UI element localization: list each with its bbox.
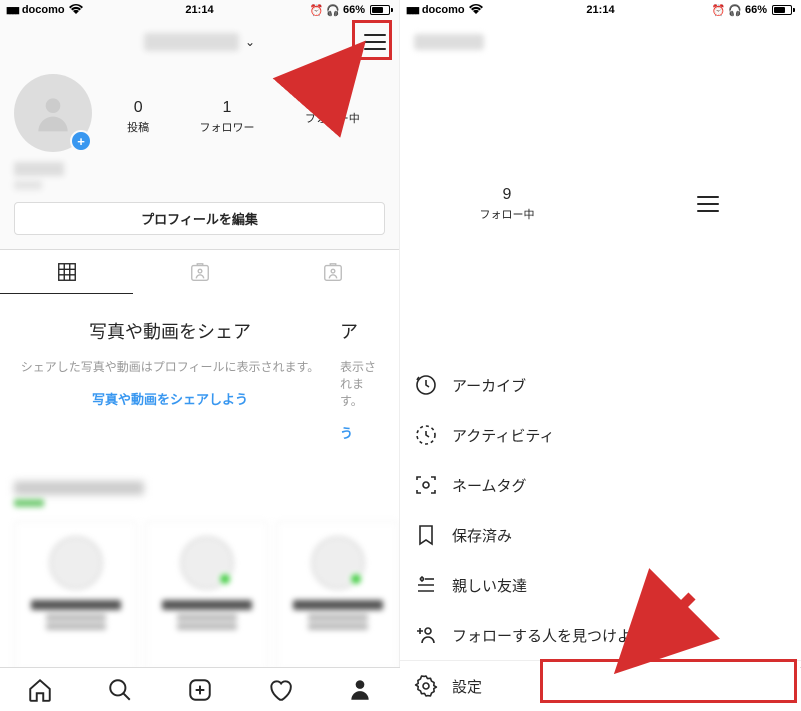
person-icon bbox=[347, 677, 373, 703]
profile-tabs bbox=[0, 249, 399, 294]
menu-header bbox=[400, 20, 801, 64]
battery-percent: 66% bbox=[745, 4, 767, 16]
clip-title: ア bbox=[340, 318, 380, 344]
bottom-nav bbox=[0, 667, 400, 711]
alarm-icon: ⏰ bbox=[310, 4, 324, 17]
menu-discover[interactable]: フォローする人を見つけよう bbox=[400, 610, 801, 660]
activity-icon bbox=[414, 423, 438, 447]
menu-saved[interactable]: 保存済み bbox=[400, 510, 801, 560]
share-title: 写真や動画をシェア bbox=[20, 318, 320, 344]
add-icon bbox=[187, 677, 213, 703]
discover-people-icon bbox=[414, 623, 438, 647]
close-friends-icon bbox=[414, 573, 438, 597]
clip-desc: 表示されます。 bbox=[340, 358, 380, 409]
archive-icon bbox=[414, 373, 438, 397]
discover-sub-blurred bbox=[14, 499, 44, 507]
edit-profile-button[interactable]: プロフィールを編集 bbox=[14, 202, 385, 235]
suggestion-card[interactable] bbox=[145, 521, 268, 671]
signal-icon bbox=[406, 4, 418, 16]
tab-grid[interactable] bbox=[0, 250, 133, 294]
suggestion-card[interactable] bbox=[276, 521, 399, 671]
stat-posts[interactable]: 0 投稿 bbox=[127, 99, 149, 135]
empty-content: 写真や動画をシェア シェアした写真や動画はプロフィールに表示されます。 写真や動… bbox=[0, 294, 399, 467]
clock: 21:14 bbox=[185, 4, 213, 16]
discover-title-blurred bbox=[14, 481, 144, 495]
wifi-icon bbox=[469, 3, 483, 17]
gear-icon bbox=[414, 674, 438, 698]
bookmark-icon bbox=[414, 523, 438, 547]
nav-profile[interactable] bbox=[347, 677, 373, 703]
stat-followers[interactable]: 1 フォロワー bbox=[199, 99, 254, 135]
bio-text-blurred bbox=[14, 180, 42, 190]
battery-icon bbox=[770, 5, 795, 15]
share-cta[interactable]: 写真や動画をシェアしよう bbox=[92, 392, 248, 407]
headphones-icon: 🎧 bbox=[326, 4, 340, 17]
grid-icon bbox=[56, 261, 78, 283]
nametag-icon bbox=[414, 473, 438, 497]
signal-icon bbox=[6, 4, 18, 16]
heart-icon bbox=[267, 677, 293, 703]
chevron-down-icon: ⌄ bbox=[245, 35, 255, 49]
share-desc: シェアした写真や動画はプロフィールに表示されます。 bbox=[20, 358, 320, 375]
menu-nametag[interactable]: ネームタグ bbox=[400, 460, 801, 510]
tab-tagged-1[interactable] bbox=[133, 250, 266, 294]
annotation-arrow-settings bbox=[610, 588, 700, 683]
menu-archive[interactable]: アーカイブ bbox=[400, 360, 801, 410]
battery-icon bbox=[368, 5, 393, 15]
search-icon bbox=[107, 677, 133, 703]
status-bar: docomo 21:14 ⏰ 🎧 66% bbox=[0, 0, 399, 20]
nav-search[interactable] bbox=[107, 677, 133, 703]
home-icon bbox=[27, 677, 53, 703]
username-blurred bbox=[144, 33, 239, 51]
display-name-blurred bbox=[14, 162, 64, 176]
nav-add[interactable] bbox=[187, 677, 213, 703]
menu-close-friends[interactable]: 親しい友達 bbox=[400, 560, 801, 610]
suggestion-card[interactable] bbox=[14, 521, 137, 671]
menu-list: アーカイブ アクティビティ ネームタグ 保存済み 親しい友達 フォローする人を見… bbox=[400, 358, 801, 660]
add-story-icon[interactable]: + bbox=[70, 130, 92, 152]
discover-section bbox=[0, 467, 399, 681]
username-blurred bbox=[414, 34, 484, 50]
menu-activity[interactable]: アクティビティ bbox=[400, 410, 801, 460]
hamburger-icon bbox=[697, 196, 719, 212]
carrier-label: docomo bbox=[22, 4, 65, 16]
avatar[interactable]: + bbox=[14, 74, 92, 152]
clock: 21:14 bbox=[586, 4, 614, 16]
person-icon bbox=[31, 91, 75, 135]
tagged-icon bbox=[189, 261, 211, 283]
stat-following-right[interactable]: 9 フォロー中 bbox=[480, 186, 535, 222]
bio-section bbox=[0, 162, 399, 202]
carrier-label: docomo bbox=[422, 4, 465, 16]
menu-screen: docomo 21:14 ⏰ 🎧 66% 9 フォロー中 bbox=[400, 0, 801, 711]
tab-tagged-2[interactable] bbox=[266, 250, 399, 294]
alarm-icon: ⏰ bbox=[712, 4, 726, 17]
menu-button[interactable] bbox=[694, 190, 722, 218]
battery-percent: 66% bbox=[343, 4, 365, 16]
menu-settings[interactable]: 設定 bbox=[400, 660, 801, 711]
tagged-icon bbox=[322, 261, 344, 283]
nav-home[interactable] bbox=[27, 677, 53, 703]
status-bar: docomo 21:14 ⏰ 🎧 66% bbox=[400, 0, 801, 20]
username-dropdown[interactable]: ⌄ bbox=[144, 33, 255, 51]
nav-activity[interactable] bbox=[267, 677, 293, 703]
annotation-arrow-menu bbox=[302, 42, 372, 117]
clip-cta[interactable]: う bbox=[340, 426, 353, 441]
headphones-icon: 🎧 bbox=[728, 4, 742, 17]
wifi-icon bbox=[69, 3, 83, 17]
